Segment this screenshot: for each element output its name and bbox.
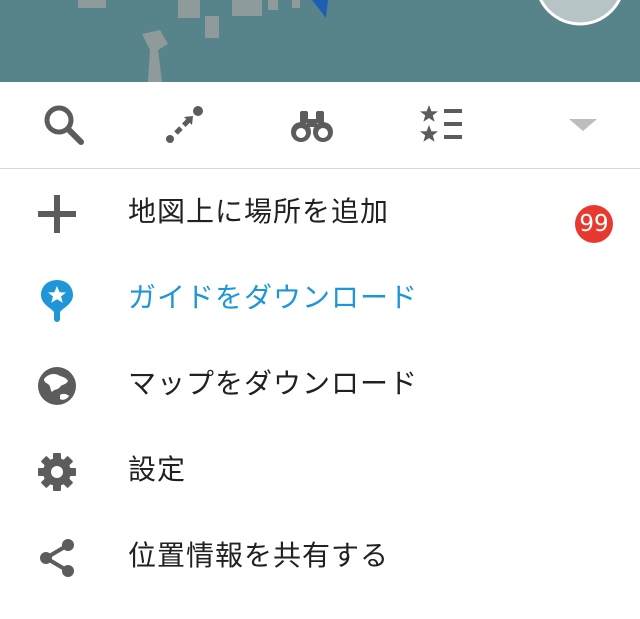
route-icon bbox=[166, 106, 203, 143]
menu-item-settings[interactable]: 設定 bbox=[0, 427, 640, 513]
menu-item-label: 地図上に場所を追加 bbox=[128, 195, 390, 228]
bookmarks-button[interactable] bbox=[378, 82, 506, 168]
menu-item-label: 位置情報を共有する bbox=[128, 539, 390, 572]
gear-icon bbox=[35, 450, 79, 494]
globe-icon bbox=[35, 364, 79, 408]
plus-icon bbox=[35, 192, 79, 236]
collapse-button[interactable] bbox=[519, 82, 640, 168]
route-button[interactable] bbox=[120, 82, 248, 168]
map-land-shapes bbox=[78, 0, 300, 82]
collapse-arrow-icon bbox=[569, 119, 597, 131]
maps-update-count-badge: 99 bbox=[575, 205, 613, 243]
position-arrow-icon bbox=[312, 0, 328, 18]
search-button[interactable] bbox=[0, 82, 128, 168]
toolbar bbox=[0, 82, 640, 169]
discover-button[interactable] bbox=[248, 82, 376, 168]
search-icon bbox=[44, 105, 84, 145]
menu-item-download-maps[interactable]: マップをダウンロード bbox=[0, 341, 640, 427]
menu-item-share-location[interactable]: 位置情報を共有する bbox=[0, 513, 640, 599]
guide-pin-icon bbox=[35, 278, 79, 322]
map-view[interactable] bbox=[0, 0, 640, 82]
menu-item-label: 設定 bbox=[128, 453, 187, 486]
menu-item-download-guides[interactable]: ガイドをダウンロード bbox=[0, 255, 640, 341]
binoculars-icon bbox=[291, 111, 333, 142]
menu-item-add-place[interactable]: 地図上に場所を追加 bbox=[0, 169, 640, 255]
menu-item-label: ガイドをダウンロード bbox=[128, 281, 419, 314]
bookmarks-icon bbox=[420, 105, 462, 142]
map-control-button[interactable] bbox=[536, 0, 624, 26]
menu-item-label: マップをダウンロード bbox=[128, 367, 419, 400]
main-menu: 地図上に場所を追加 ガイドをダウンロード マップをダウンロード 設定 位置情報を… bbox=[0, 169, 640, 599]
share-icon bbox=[35, 536, 79, 580]
